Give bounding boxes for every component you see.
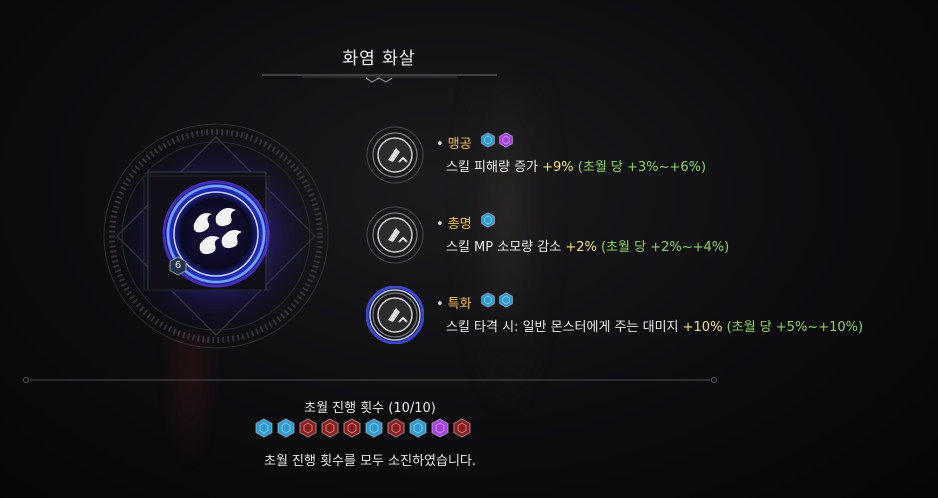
option-per-stage: (초월 당 +3%~+6%) — [577, 160, 707, 175]
option-value: +10% — [682, 320, 723, 335]
special-damage-icon — [366, 286, 424, 344]
blue-gem-icon — [255, 418, 273, 438]
bullet: • — [436, 217, 444, 232]
blue-gem-icon — [481, 212, 495, 228]
option-gems — [480, 132, 514, 148]
option-value: +9% — [542, 160, 574, 175]
option-name-label: 총명 — [447, 217, 472, 232]
blue-gem-icon — [499, 292, 513, 308]
blue-gem-icon — [481, 132, 495, 148]
blue-gem-icon — [481, 292, 495, 308]
transcend-gem-row — [254, 418, 472, 438]
skill-emblem[interactable] — [96, 116, 336, 356]
blue-gem-icon — [365, 418, 383, 438]
red-gem-icon — [387, 418, 405, 438]
transcend-count-label: 초월 진행 횟수 (10/10) — [304, 401, 436, 416]
red-gem-icon — [453, 418, 471, 438]
blue-gem-icon — [277, 418, 295, 438]
red-gem-icon — [299, 418, 317, 438]
option-name-label: 맹공 — [447, 137, 472, 152]
option-per-stage: (초월 당 +5%~+10%) — [726, 320, 864, 335]
option-desc-text: 스킬 MP 소모량 감소 — [446, 240, 566, 255]
option-per-stage: (초월 당 +2%~+4%) — [600, 240, 730, 255]
transcend-status-text: 초월 진행 횟수를 모두 소진하였습니다. — [263, 454, 477, 469]
bullet: • — [436, 137, 444, 152]
option-description: 스킬 피해량 증가 +9% (초월 당 +3%~+6%) — [446, 156, 706, 175]
option-gems — [480, 292, 514, 308]
option-name: • 맹공 — [436, 133, 472, 152]
option-value: +2% — [565, 240, 597, 255]
blue-gem-icon — [409, 418, 427, 438]
purple-gem-icon — [431, 418, 449, 438]
skill-level-badge: 6 — [168, 256, 188, 276]
bullet: • — [436, 297, 444, 312]
title-underline-ornament — [262, 74, 497, 83]
option-description: 스킬 MP 소모량 감소 +2% (초월 당 +2%~+4%) — [446, 236, 729, 255]
attack-up-icon — [366, 126, 424, 184]
option-name: • 총명 — [436, 213, 472, 232]
option-desc-text: 스킬 피해량 증가 — [446, 160, 543, 175]
skill-title: 화염 화살 — [342, 49, 416, 69]
option-gems — [480, 212, 496, 228]
purple-gem-icon — [499, 132, 513, 148]
red-gem-icon — [321, 418, 339, 438]
section-divider — [23, 377, 717, 383]
option-desc-text: 스킬 타격 시: 일반 몬스터에게 주는 대미지 — [446, 320, 683, 335]
skill-level-value: 6 — [174, 260, 182, 271]
option-description: 스킬 타격 시: 일반 몬스터에게 주는 대미지 +10% (초월 당 +5%~… — [446, 316, 863, 335]
mp-down-icon — [366, 206, 424, 264]
option-name: • 특화 — [436, 293, 472, 312]
red-gem-icon — [343, 418, 361, 438]
option-name-label: 특화 — [447, 297, 472, 312]
